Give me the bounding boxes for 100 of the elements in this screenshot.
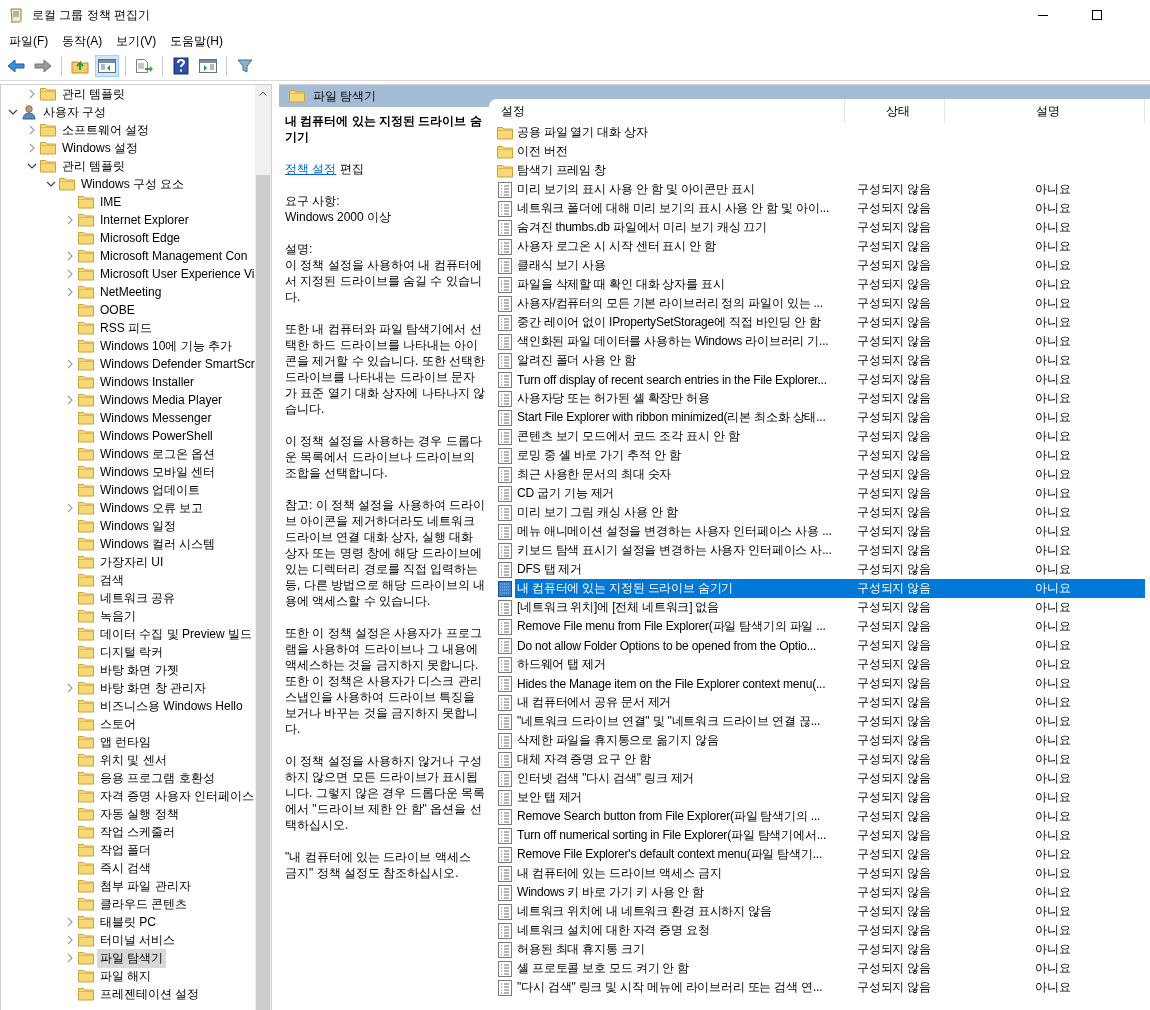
collapse-chevron-icon[interactable]	[27, 163, 37, 169]
setting-name[interactable]: 내 컴퓨터에 있는 지정된 드라이브 숨기기	[515, 579, 845, 598]
expand-chevron-icon[interactable]	[67, 935, 73, 945]
tree-item[interactable]: Windows Messenger	[97, 410, 215, 426]
tree-item[interactable]: 데이터 수집 및 Preview 빌드	[97, 624, 255, 644]
setting-name[interactable]: 숨겨진 thumbs.db 파일에서 미리 보기 캐싱 끄기	[515, 219, 845, 236]
expand-chevron-icon[interactable]	[67, 269, 73, 279]
setting-name[interactable]: [네트워크 위치]에 [전체 네트워크] 없음	[515, 599, 845, 616]
setting-name[interactable]: Turn off display of recent search entries in the File Explorer...	[515, 372, 845, 387]
setting-name[interactable]: 공용 파일 열기 대화 상자	[515, 124, 845, 141]
setting-name[interactable]: 미리 보기의 표시 사용 안 함 및 아이콘만 표시	[515, 181, 845, 198]
tree-item[interactable]: Windows 설정	[59, 138, 141, 158]
menu-item[interactable]: 보기(V)	[109, 30, 164, 52]
setting-name[interactable]: 파일을 삭제할 때 확인 대화 상자를 표시	[515, 276, 845, 293]
menu-item[interactable]: 도움말(H)	[163, 30, 230, 52]
setting-name[interactable]: Hides the Manage item on the File Explorer context menu(...	[515, 676, 845, 691]
tree-item[interactable]: Windows PowerShell	[97, 428, 216, 444]
setting-name[interactable]: 중간 레이어 없이 IPropertySetStorage에 직접 바인딩 안 함	[515, 314, 845, 331]
setting-name[interactable]: 셸 프로토콜 보호 모드 켜기 안 함	[515, 960, 845, 977]
tree-item[interactable]: Windows Installer	[97, 374, 198, 390]
setting-name[interactable]: 로밍 중 셸 바로 가기 추적 안 함	[515, 447, 845, 464]
setting-name[interactable]: 허용된 최대 휴지통 크기	[515, 941, 845, 958]
expand-chevron-icon[interactable]	[67, 953, 73, 963]
setting-name[interactable]: "네트워크 드라이브 연결" 및 "네트워크 드라이브 연결 끊...	[515, 713, 845, 730]
setting-name[interactable]: 사용자/컴퓨터의 모든 기본 라이브러리 정의 파일이 있는 ...	[515, 295, 845, 312]
collapse-chevron-icon[interactable]	[8, 109, 18, 115]
policy-settings-link[interactable]: 정책 설정	[285, 162, 337, 176]
tree-item[interactable]: 바탕 화면 창 관리자	[97, 678, 209, 698]
setting-name[interactable]: Remove File menu from File Explorer(파일 탐색기의 파일 ...	[515, 618, 845, 635]
expand-chevron-icon[interactable]	[67, 215, 73, 225]
setting-name[interactable]: Remove Search button from File Explorer(파일 탐색기의 ...	[515, 808, 845, 825]
setting-name[interactable]: 메뉴 애니메이션 설정을 변경하는 사용자 인터페이스 사용 ...	[515, 523, 845, 540]
menu-item[interactable]: 동작(A)	[55, 30, 110, 52]
setting-name[interactable]: Remove File Explorer's default context menu(파일 탐색기...	[515, 846, 845, 863]
setting-name[interactable]: CD 굽기 기능 제거	[515, 485, 845, 502]
setting-name[interactable]: 인터넷 검색 "다시 검색" 링크 제거	[515, 770, 845, 787]
expand-chevron-icon[interactable]	[29, 89, 35, 99]
setting-name[interactable]: 네트워크 위치에 내 네트워크 환경 표시하지 않음	[515, 903, 845, 920]
tree-item[interactable]: 사용자 구성	[40, 102, 110, 122]
expand-chevron-icon[interactable]	[29, 125, 35, 135]
expand-chevron-icon[interactable]	[29, 143, 35, 153]
tree-item[interactable]: Windows 업데이트	[97, 480, 203, 500]
tree-item[interactable]: 비즈니스용 Windows Hello	[97, 696, 246, 716]
expand-chevron-icon[interactable]	[67, 683, 73, 693]
column-header[interactable]: 설정	[495, 99, 845, 123]
toolbar-button[interactable]	[95, 55, 119, 77]
setting-name[interactable]: 보안 탭 제거	[515, 789, 845, 806]
scrollbar[interactable]	[255, 85, 271, 1010]
tree-item[interactable]: 바탕 화면 가젯	[97, 660, 182, 680]
tree-item[interactable]: Windows 일정	[97, 516, 179, 536]
tree-item[interactable]: 파일 탐색기	[97, 948, 167, 968]
expand-chevron-icon[interactable]	[67, 917, 73, 927]
tree-item[interactable]: 첨부 파일 관리자	[97, 876, 194, 896]
menu-item[interactable]: 파일(F)	[2, 30, 56, 52]
setting-name[interactable]: 내 컴퓨터에서 공유 문서 제거	[515, 694, 845, 711]
tree-item[interactable]: Windows Media Player	[97, 392, 226, 408]
tree-item[interactable]: 네트워크 공유	[97, 588, 179, 608]
setting-name[interactable]: 클래식 보기 사용	[515, 257, 845, 274]
tree-item[interactable]: 녹음기	[97, 606, 139, 626]
tree-item[interactable]: NetMeeting	[97, 284, 165, 300]
tree-item[interactable]: Windows 모바일 센터	[97, 462, 219, 482]
setting-name[interactable]: 탐색기 프레임 창	[515, 162, 845, 179]
setting-name[interactable]: 하드웨어 탭 제거	[515, 656, 845, 673]
tree-item[interactable]: 관리 템플릿	[59, 156, 129, 176]
tree-item[interactable]: 앱 런타임	[97, 732, 155, 752]
tree-item[interactable]: OOBE	[97, 302, 138, 318]
setting-name[interactable]: "다시 검색" 링크 및 시작 메뉴에 라이브러리 또는 검색 연...	[515, 979, 845, 996]
setting-name[interactable]: 키보드 탐색 표시기 설정을 변경하는 사용자 인터페이스 사...	[515, 542, 845, 559]
setting-name[interactable]: Start File Explorer with ribbon minimized(리본 최소화 상태...	[515, 409, 845, 426]
expand-chevron-icon[interactable]	[67, 395, 73, 405]
expand-chevron-icon[interactable]	[67, 503, 73, 513]
setting-name[interactable]: 사용자당 또는 허가된 셸 확장만 허용	[515, 390, 845, 407]
setting-name[interactable]: 내 컴퓨터에 있는 드라이브 액세스 금지	[515, 865, 845, 882]
setting-name[interactable]: 알려진 폴더 사용 안 함	[515, 352, 845, 369]
setting-name[interactable]: 네트워크 폴더에 대해 미리 보기의 표시 사용 안 함 및 아이...	[515, 200, 845, 217]
tree-item[interactable]: Microsoft Edge	[97, 230, 184, 246]
tree-item[interactable]: 작업 스케줄러	[97, 822, 179, 842]
setting-name[interactable]: 최근 사용한 문서의 최대 숫자	[515, 466, 845, 483]
tree-item[interactable]: 즉시 검색	[97, 858, 155, 878]
setting-name[interactable]: Windows 키 바로 가기 키 사용 안 함	[515, 884, 845, 901]
setting-name[interactable]: 콘텐츠 보기 모드에서 코드 조각 표시 안 함	[515, 428, 845, 445]
setting-name[interactable]: 이전 버전	[515, 143, 845, 160]
setting-name[interactable]: 삭제한 파일을 휴지통으로 옮기지 않음	[515, 732, 845, 749]
tree-item[interactable]: Windows Defender SmartScr	[97, 356, 255, 372]
tree-item[interactable]: 스토어	[97, 714, 139, 734]
expand-chevron-icon[interactable]	[67, 251, 73, 261]
tree-item[interactable]: 클라우드 콘텐츠	[97, 894, 191, 914]
column-header[interactable]: 설명	[945, 99, 1145, 123]
tree-item[interactable]: 디지털 락커	[97, 642, 167, 662]
tree-item[interactable]: 검색	[97, 570, 127, 590]
tree-item[interactable]: Microsoft Management Con	[97, 248, 251, 264]
setting-name[interactable]: DFS 탭 제거	[515, 561, 845, 578]
tree-item[interactable]: Windows 구성 요소	[78, 174, 188, 194]
tree-item[interactable]: Windows 10에 기능 추가	[97, 336, 236, 356]
expand-chevron-icon[interactable]	[67, 287, 73, 297]
tree-item[interactable]: 자동 실행 정책	[97, 804, 182, 824]
setting-name[interactable]: Turn off numerical sorting in File Explorer(파일 탐색기에서...	[515, 827, 845, 844]
tree-item[interactable]: 터미널 서비스	[97, 930, 179, 950]
tree-item[interactable]: 작업 폴더	[97, 840, 155, 860]
setting-name[interactable]: Do not allow Folder Options to be opened from the Optio...	[515, 638, 845, 653]
